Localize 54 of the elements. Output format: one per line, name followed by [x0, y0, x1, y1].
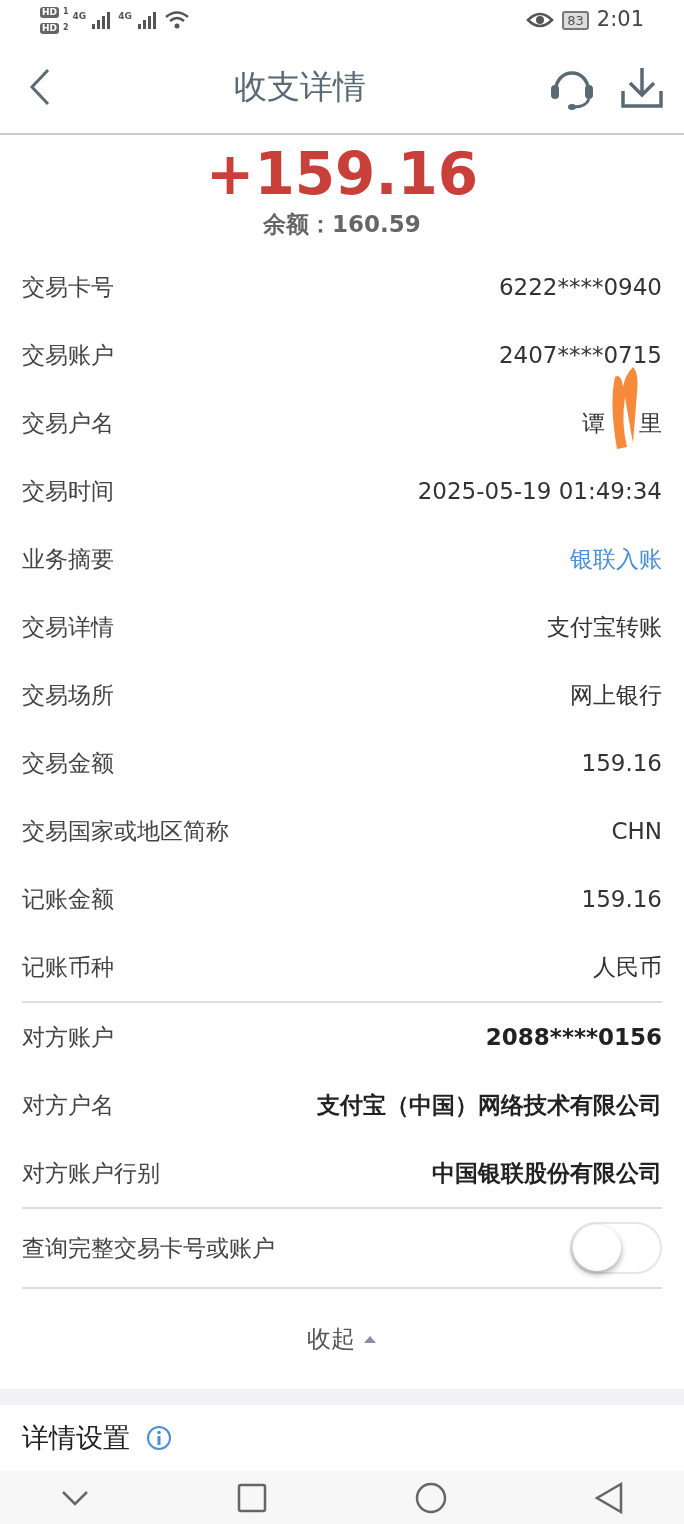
back-triangle-icon[interactable]: [594, 1482, 624, 1514]
wifi-icon: [163, 10, 190, 30]
field-label: 交易详情: [22, 612, 114, 642]
info-icon[interactable]: [146, 1425, 172, 1451]
field-value: 2025-05-19 01:49:34: [417, 476, 662, 506]
field-value: 中国银联股份有限公司: [432, 1158, 662, 1188]
amount-value: +159.16: [205, 143, 479, 207]
field-label: 对方账户行别: [22, 1158, 160, 1188]
square-icon[interactable]: [237, 1483, 268, 1513]
field-value: 网上银行: [570, 680, 662, 710]
battery-level: 83: [562, 10, 589, 30]
field-label: 交易时间: [22, 476, 114, 506]
field-label: 记账币种: [22, 952, 114, 982]
eye-icon: [526, 11, 555, 29]
field-value: 谭: [582, 408, 605, 438]
field-value: 支付宝转账: [547, 612, 662, 642]
sim-slot: 1: [63, 6, 69, 18]
field-label: 记账金额: [22, 884, 114, 914]
field-value: 2088****0156: [485, 1022, 662, 1052]
circle-icon[interactable]: [414, 1482, 447, 1514]
caret-up-icon: [363, 1334, 377, 1344]
toggle-label: 查询完整交易卡号或账户: [22, 1233, 275, 1263]
field-value: 159.16: [581, 748, 662, 778]
sim-badge: HD: [40, 22, 59, 34]
field-value: 支付宝（中国）网络技术有限公司: [317, 1090, 662, 1120]
toggle-switch[interactable]: [570, 1222, 662, 1274]
field-label: 业务摘要: [22, 544, 114, 574]
back-icon: [28, 66, 52, 107]
field-value: 159.16: [581, 884, 662, 914]
page-title: 收支详情: [234, 65, 366, 108]
network-type: 4G: [118, 10, 132, 23]
field-value: 里: [639, 408, 662, 438]
network-type: 4G: [72, 10, 87, 23]
field-label: 交易金额: [22, 748, 114, 778]
balance-label: 余额：: [263, 209, 333, 239]
field-value: 6222****0940: [498, 272, 662, 302]
chevron-down-icon[interactable]: [60, 1489, 90, 1507]
field-label: 交易账户: [22, 340, 114, 370]
collapse-button[interactable]: 收起: [307, 1321, 377, 1357]
field-label: 对方户名: [22, 1090, 114, 1120]
field-value: 人民币: [593, 952, 662, 982]
sim-badge: HD: [40, 6, 59, 18]
sim-slot: 2: [63, 22, 69, 34]
field-value: 2407****0715: [498, 340, 662, 370]
field-label: 交易户名: [22, 408, 114, 438]
field-label: 交易卡号: [22, 272, 114, 302]
field-label: 交易国家或地区简称: [22, 816, 229, 846]
field-label: 交易场所: [22, 680, 114, 710]
clock-time: 2:01: [596, 6, 644, 34]
balance-value: 160.59: [332, 209, 421, 239]
field-label: 对方账户: [22, 1022, 114, 1052]
field-value: CHN: [611, 816, 662, 846]
section-title: 详情设置: [22, 1420, 130, 1455]
back-button[interactable]: [28, 66, 52, 107]
